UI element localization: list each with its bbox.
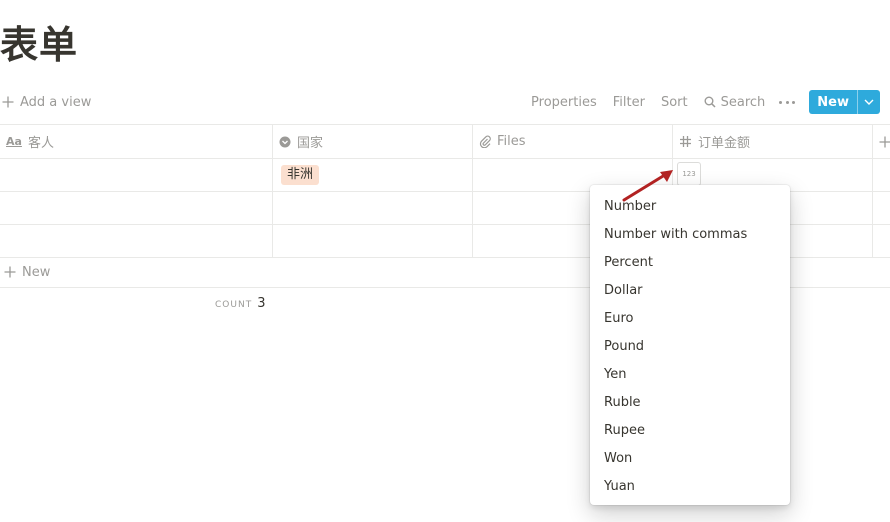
- search-icon: [704, 96, 716, 108]
- cell-country[interactable]: [273, 191, 473, 224]
- cell-guest[interactable]: [0, 224, 273, 257]
- plus-icon: [4, 266, 16, 278]
- menu-item-euro[interactable]: Euro: [590, 304, 790, 332]
- count-label: COUNT: [215, 300, 253, 310]
- number-format-button[interactable]: 123: [677, 162, 701, 186]
- menu-item-won[interactable]: Won: [590, 444, 790, 472]
- menu-item-dollar[interactable]: Dollar: [590, 276, 790, 304]
- plus-icon: [2, 96, 14, 108]
- cell-empty: [873, 191, 890, 224]
- plus-icon: [879, 136, 890, 147]
- number-format-menu: Number Number with commas Percent Dollar…: [590, 185, 790, 505]
- paperclip-icon: [479, 135, 491, 148]
- count-summary[interactable]: COUNT 3: [215, 296, 265, 311]
- table-header-row: Aa 客人 国家 Files 订单金额: [0, 125, 890, 159]
- column-header-label: 国家: [297, 136, 324, 151]
- country-tag: 非洲: [281, 164, 320, 185]
- menu-item-pound[interactable]: Pound: [590, 332, 790, 360]
- page: 表单 Add a view Properties Filter Sort Sea…: [0, 0, 890, 522]
- column-header-country[interactable]: 国家: [273, 125, 473, 158]
- menu-item-number-with-commas[interactable]: Number with commas: [590, 220, 790, 248]
- cell-guest[interactable]: [0, 158, 273, 191]
- number-hash-icon: [680, 136, 691, 147]
- add-view-label: Add a view: [20, 94, 92, 110]
- menu-item-percent[interactable]: Percent: [590, 248, 790, 276]
- search-button[interactable]: Search: [704, 94, 766, 110]
- column-header-label: 客人: [27, 136, 54, 151]
- menu-item-number[interactable]: Number: [590, 192, 790, 220]
- new-button[interactable]: New: [809, 90, 880, 114]
- menu-item-yen[interactable]: Yen: [590, 360, 790, 388]
- title-text-icon: Aa: [6, 135, 22, 148]
- column-header-amount[interactable]: 订单金额: [673, 125, 873, 158]
- column-header-guest[interactable]: Aa 客人: [0, 125, 273, 158]
- column-header-label: Files: [497, 134, 526, 149]
- add-view-button[interactable]: Add a view: [2, 92, 91, 112]
- filter-button[interactable]: Filter: [613, 95, 645, 110]
- menu-item-yuan[interactable]: Yuan: [590, 472, 790, 500]
- more-options-icon[interactable]: [779, 100, 796, 104]
- add-row-label: New: [22, 264, 51, 280]
- select-icon: [279, 136, 291, 147]
- search-label: Search: [720, 94, 766, 110]
- count-value: 3: [257, 296, 266, 311]
- properties-button[interactable]: Properties: [531, 95, 597, 110]
- menu-item-rupee[interactable]: Rupee: [590, 416, 790, 444]
- column-header-files[interactable]: Files: [473, 125, 673, 158]
- add-column-button[interactable]: [873, 125, 890, 158]
- cell-empty: [873, 224, 890, 257]
- cell-empty: [873, 158, 890, 191]
- menu-item-ruble[interactable]: Ruble: [590, 388, 790, 416]
- chevron-down-icon[interactable]: [857, 90, 880, 114]
- cell-country[interactable]: [273, 224, 473, 257]
- page-title: 表单: [0, 23, 79, 67]
- cell-country[interactable]: 非洲: [273, 158, 473, 191]
- toolbar: Properties Filter Sort Search New: [515, 90, 880, 114]
- column-header-label: 订单金额: [698, 136, 751, 151]
- cell-guest[interactable]: [0, 191, 273, 224]
- new-button-label: New: [817, 94, 849, 110]
- sort-button[interactable]: Sort: [661, 95, 688, 110]
